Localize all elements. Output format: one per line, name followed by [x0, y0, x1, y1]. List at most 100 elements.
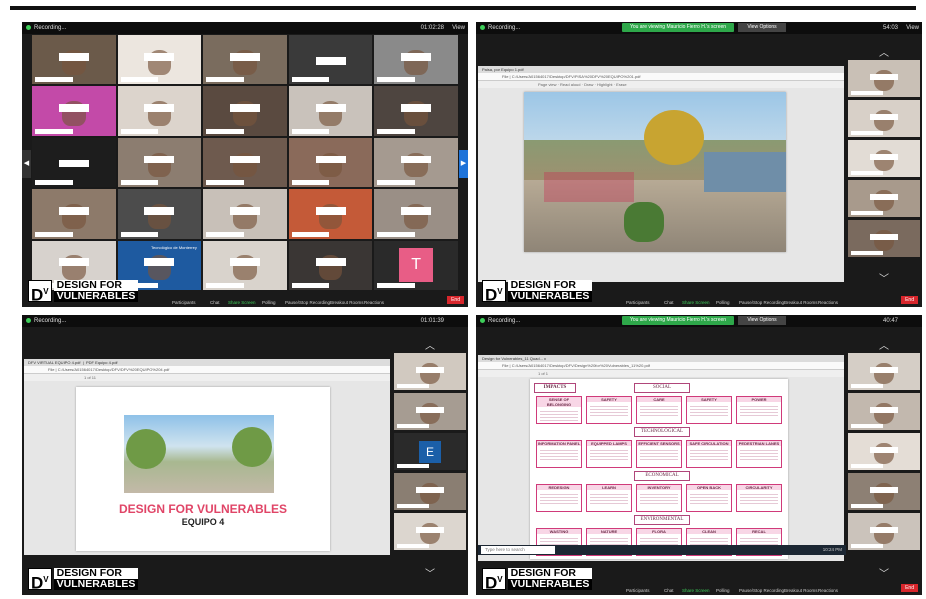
pause-recording-button[interactable]: Pause/Stop Recording	[739, 300, 784, 305]
participant-thumbnail[interactable]	[848, 180, 920, 217]
video-tile[interactable]	[288, 35, 373, 85]
video-tile[interactable]	[203, 189, 287, 239]
share-screen-button[interactable]: Share Screen	[682, 300, 710, 305]
video-tile[interactable]	[203, 35, 287, 85]
pdf-viewport[interactable]	[478, 88, 844, 282]
video-tile[interactable]	[32, 137, 116, 188]
polling-button[interactable]: Polling	[716, 588, 730, 593]
end-button[interactable]: End	[447, 296, 464, 304]
share-screen-button[interactable]: Share Screen	[228, 300, 256, 305]
next-page-button[interactable]: ▶	[459, 150, 468, 178]
reactions-button[interactable]: Reactions	[818, 588, 838, 593]
video-tile[interactable]	[203, 137, 287, 188]
participant-thumbnail[interactable]	[394, 393, 466, 430]
browser-tab-2[interactable]: PDF Equipo 4.pdf	[86, 360, 118, 365]
browser-tab[interactable]: Paisa, por Equipo 1.pdf	[478, 66, 844, 73]
reactions-button[interactable]: Reactions	[818, 300, 838, 305]
address-bar[interactable]: File | C:/Users/A01564017/Desktop/DFV/De…	[478, 362, 844, 370]
read-aloud-button[interactable]: Read aloud	[560, 82, 580, 87]
participant-thumbnail[interactable]	[848, 220, 920, 257]
participant-thumbnail[interactable]	[848, 140, 920, 177]
view-button[interactable]: View	[906, 22, 919, 34]
view-options-button[interactable]: View Options	[738, 316, 786, 325]
chevron-up-icon[interactable]: ︿	[879, 337, 889, 352]
participant-thumbnail[interactable]	[848, 433, 920, 470]
page-view-button[interactable]: Page view	[538, 82, 556, 87]
address-bar[interactable]: File | C:/Users/A01564017/Desktop/DFV/DF…	[24, 366, 390, 374]
participant-name-redacted	[851, 544, 884, 548]
chevron-up-icon[interactable]: ︿	[879, 44, 889, 59]
video-tile[interactable]	[288, 240, 373, 290]
end-button[interactable]: End	[901, 584, 918, 592]
video-tile[interactable]	[203, 86, 287, 136]
chat-button[interactable]: Chat	[664, 300, 674, 305]
recording-indicator[interactable]: Recording...	[26, 315, 66, 327]
video-tile[interactable]	[288, 137, 373, 188]
page-counter[interactable]: 1 of 11	[84, 375, 96, 380]
breakout-rooms-button[interactable]: Breakout Rooms	[330, 300, 364, 305]
chat-button[interactable]: Chat	[664, 588, 674, 593]
breakout-rooms-button[interactable]: Breakout Rooms	[784, 300, 818, 305]
participant-thumbnail[interactable]: E	[394, 433, 466, 470]
video-tile[interactable]	[117, 86, 202, 136]
video-tile[interactable]	[32, 86, 116, 136]
view-button[interactable]: View	[452, 22, 465, 34]
video-tile[interactable]	[32, 189, 116, 239]
participant-thumbnail[interactable]	[848, 60, 920, 97]
participant-thumbnail[interactable]	[394, 353, 466, 390]
erase-button[interactable]: Erase	[616, 82, 626, 87]
video-tile[interactable]	[117, 35, 202, 85]
participant-thumbnail[interactable]	[848, 100, 920, 137]
video-tile[interactable]	[117, 137, 202, 188]
video-tile[interactable]	[288, 86, 373, 136]
video-tile[interactable]	[117, 189, 202, 239]
reactions-button[interactable]: Reactions	[364, 300, 384, 305]
participants-button[interactable]: Participants	[172, 300, 196, 305]
title-image-tree	[232, 427, 272, 467]
participants-button[interactable]: Participants	[626, 300, 650, 305]
view-options-button[interactable]: View Options	[738, 23, 786, 32]
pdf-viewport[interactable]: DESIGN FOR VULNERABLES EQUIPO 4	[24, 381, 390, 555]
page-counter[interactable]: 1 of 1	[538, 371, 548, 376]
participant-thumbnail[interactable]	[394, 473, 466, 510]
share-screen-button[interactable]: Share Screen	[682, 588, 710, 593]
address-bar[interactable]: File | C:/Users/A01564017/Desktop/DFV/PI…	[478, 73, 844, 81]
pdf-viewport[interactable]: IMPACTS SOCIAL SENSE OF BELONGING SAFETY CAR…	[478, 377, 844, 561]
video-tile[interactable]	[374, 189, 458, 239]
impact-card-body	[590, 492, 628, 506]
draw-button[interactable]: Draw	[584, 82, 593, 87]
video-tile[interactable]	[203, 240, 287, 290]
video-tile[interactable]	[374, 86, 458, 136]
chat-button[interactable]: Chat	[210, 300, 220, 305]
pause-recording-button[interactable]: Pause/Stop Recording	[739, 588, 784, 593]
participant-thumbnail[interactable]	[848, 473, 920, 510]
browser-tab-1[interactable]: DFV VIRTUAL EQUIPO 4.pdf	[28, 360, 80, 365]
recording-indicator[interactable]: Recording...	[26, 22, 66, 34]
polling-button[interactable]: Polling	[716, 300, 730, 305]
participant-thumbnail[interactable]	[394, 513, 466, 550]
video-tile[interactable]	[288, 189, 373, 239]
participant-name-redacted	[851, 91, 884, 95]
chevron-down-icon[interactable]: ﹀	[879, 565, 889, 580]
participants-button[interactable]: Participants	[626, 588, 650, 593]
prev-page-button[interactable]: ◀	[22, 150, 31, 178]
participant-thumbnail[interactable]	[848, 513, 920, 550]
breakout-rooms-button[interactable]: Breakout Rooms	[784, 588, 818, 593]
recording-indicator[interactable]: Recording...	[480, 22, 520, 34]
pause-recording-button[interactable]: Pause/Stop Recording	[285, 300, 330, 305]
chevron-down-icon[interactable]: ﹀	[879, 270, 889, 285]
chevron-up-icon[interactable]: ︿	[425, 337, 435, 352]
video-tile[interactable]	[32, 35, 116, 85]
participant-thumbnail[interactable]	[848, 353, 920, 390]
end-button[interactable]: End	[901, 296, 918, 304]
video-tile[interactable]	[374, 35, 458, 85]
video-tile[interactable]	[374, 137, 458, 188]
video-tile[interactable]: T	[374, 240, 458, 290]
browser-tab[interactable]: Design for Vulnerables_11 Quad... x	[478, 355, 844, 362]
highlight-button[interactable]: Highlight	[597, 82, 613, 87]
polling-button[interactable]: Polling	[262, 300, 276, 305]
recording-indicator[interactable]: Recording...	[480, 315, 520, 327]
chevron-down-icon[interactable]: ﹀	[425, 565, 435, 580]
taskbar-search[interactable]: Type here to search	[481, 546, 555, 554]
participant-thumbnail[interactable]	[848, 393, 920, 430]
